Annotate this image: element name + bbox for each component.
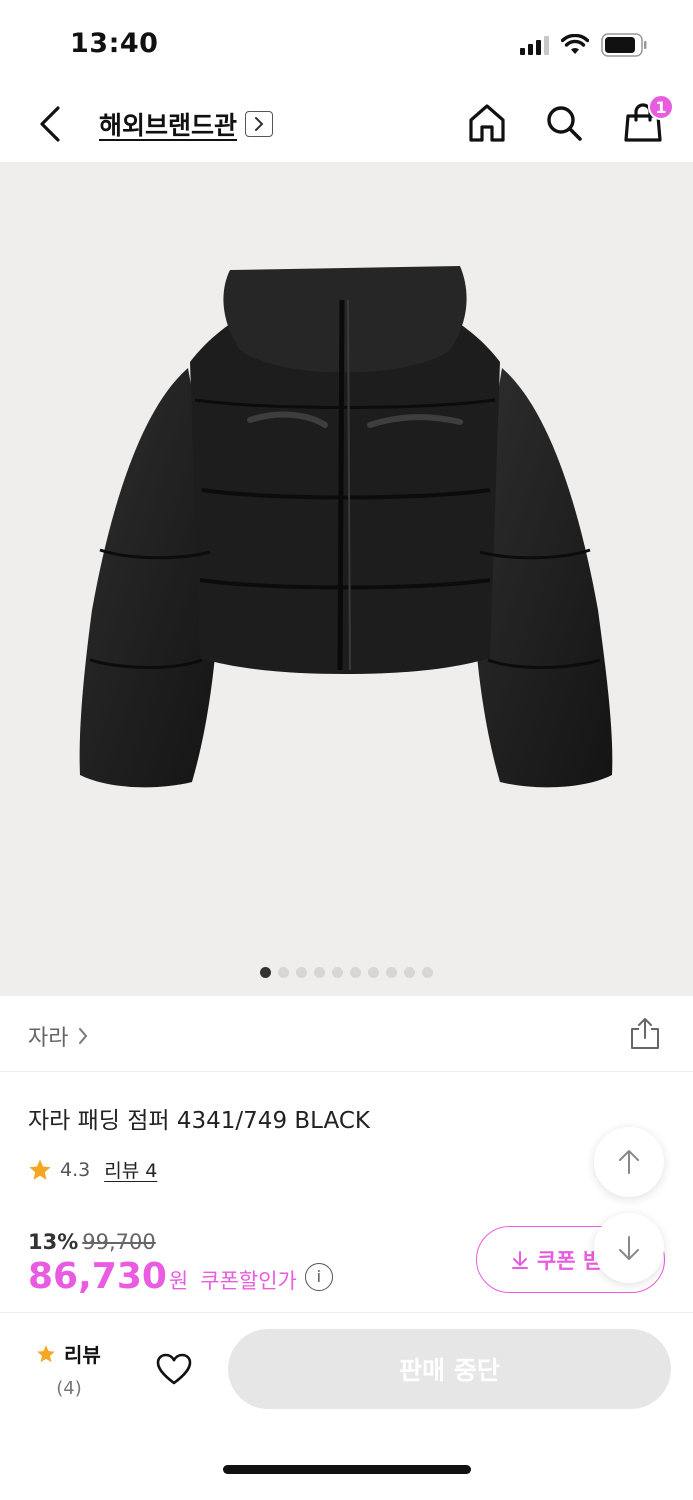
carousel-dot[interactable] <box>260 967 271 978</box>
search-button[interactable] <box>537 96 591 150</box>
price-block: 13% 99,700 86,730 원 쿠폰할인가 i <box>28 1230 333 1297</box>
brand-name-link[interactable]: 자라 <box>28 1020 88 1052</box>
home-icon <box>469 104 505 142</box>
share-button[interactable] <box>627 1016 663 1052</box>
share-icon <box>631 1018 659 1049</box>
brand-name: 자라 <box>28 1026 69 1051</box>
carousel-dot[interactable] <box>332 967 343 978</box>
currency-unit: 원 <box>168 1269 189 1293</box>
status-icons <box>520 33 647 57</box>
info-icon[interactable]: i <box>304 1262 333 1291</box>
discount-row: 13% 99,700 <box>28 1230 333 1254</box>
wishlist-button[interactable] <box>154 1349 194 1389</box>
review-tab-count: (4) <box>56 1378 82 1399</box>
star-icon <box>29 1159 51 1180</box>
status-bar: 13:40 <box>0 0 693 90</box>
arrow-up-icon <box>619 1150 639 1174</box>
scroll-bottom-button[interactable] <box>594 1213 664 1283</box>
carousel-dot[interactable] <box>422 967 433 978</box>
top-nav: 해외브랜드관 1 <box>0 90 693 162</box>
chevron-right-icon <box>79 1028 88 1044</box>
carousel-dot[interactable] <box>404 967 415 978</box>
back-button[interactable] <box>26 100 74 148</box>
carousel-dots <box>0 967 693 978</box>
star-icon <box>37 1344 55 1362</box>
product-title: 자라 패딩 점퍼 4341/749 BLACK <box>28 1108 370 1134</box>
search-icon <box>547 106 582 141</box>
review-tab-label: 리뷰 <box>64 1343 101 1367</box>
scroll-top-button[interactable] <box>594 1127 664 1197</box>
brand-row: 자라 <box>0 996 693 1072</box>
home-button[interactable] <box>460 96 514 150</box>
coupon-button-label: 쿠폰 받 <box>537 1248 603 1273</box>
carousel-dot[interactable] <box>296 967 307 978</box>
carousel-dot[interactable] <box>350 967 361 978</box>
rating-row: 4.3 리뷰 4 <box>28 1156 157 1183</box>
product-image-carousel[interactable] <box>0 162 693 996</box>
discount-rate: 13% <box>28 1230 79 1254</box>
final-price-row: 86,730 원 쿠폰할인가 i <box>28 1256 333 1297</box>
carousel-dot[interactable] <box>368 967 379 978</box>
final-price: 86,730 <box>28 1256 167 1297</box>
brand-hall-title: 해외브랜드관 <box>99 111 238 140</box>
download-icon <box>512 1250 528 1269</box>
original-price: 99,700 <box>82 1230 156 1254</box>
coupon-price-label: 쿠폰할인가 <box>200 1269 297 1293</box>
review-tab-top: 리뷰 <box>36 1339 108 1368</box>
carousel-dot[interactable] <box>386 967 397 978</box>
status-time: 13:40 <box>70 28 159 59</box>
chevron-left-icon <box>40 106 60 142</box>
carousel-dot[interactable] <box>314 967 325 978</box>
sale-stopped-button: 판매 중단 <box>228 1329 671 1409</box>
wifi-icon <box>561 34 589 54</box>
heart-icon <box>156 1353 192 1385</box>
chevron-right-icon <box>245 111 274 137</box>
review-link[interactable]: 리뷰 4 <box>104 1156 157 1183</box>
carousel-dot[interactable] <box>278 967 289 978</box>
product-image <box>79 266 613 788</box>
brand-hall-link[interactable]: 해외브랜드관 <box>99 106 274 142</box>
cart-button[interactable]: 1 <box>616 94 674 150</box>
battery-icon <box>601 33 647 57</box>
cart-count-badge: 1 <box>648 94 674 120</box>
signal-icon <box>520 35 549 55</box>
rating-value: 4.3 <box>60 1158 91 1181</box>
arrow-down-icon <box>619 1236 639 1260</box>
review-tab[interactable]: 리뷰 (4) <box>36 1339 108 1399</box>
home-indicator <box>223 1465 471 1474</box>
